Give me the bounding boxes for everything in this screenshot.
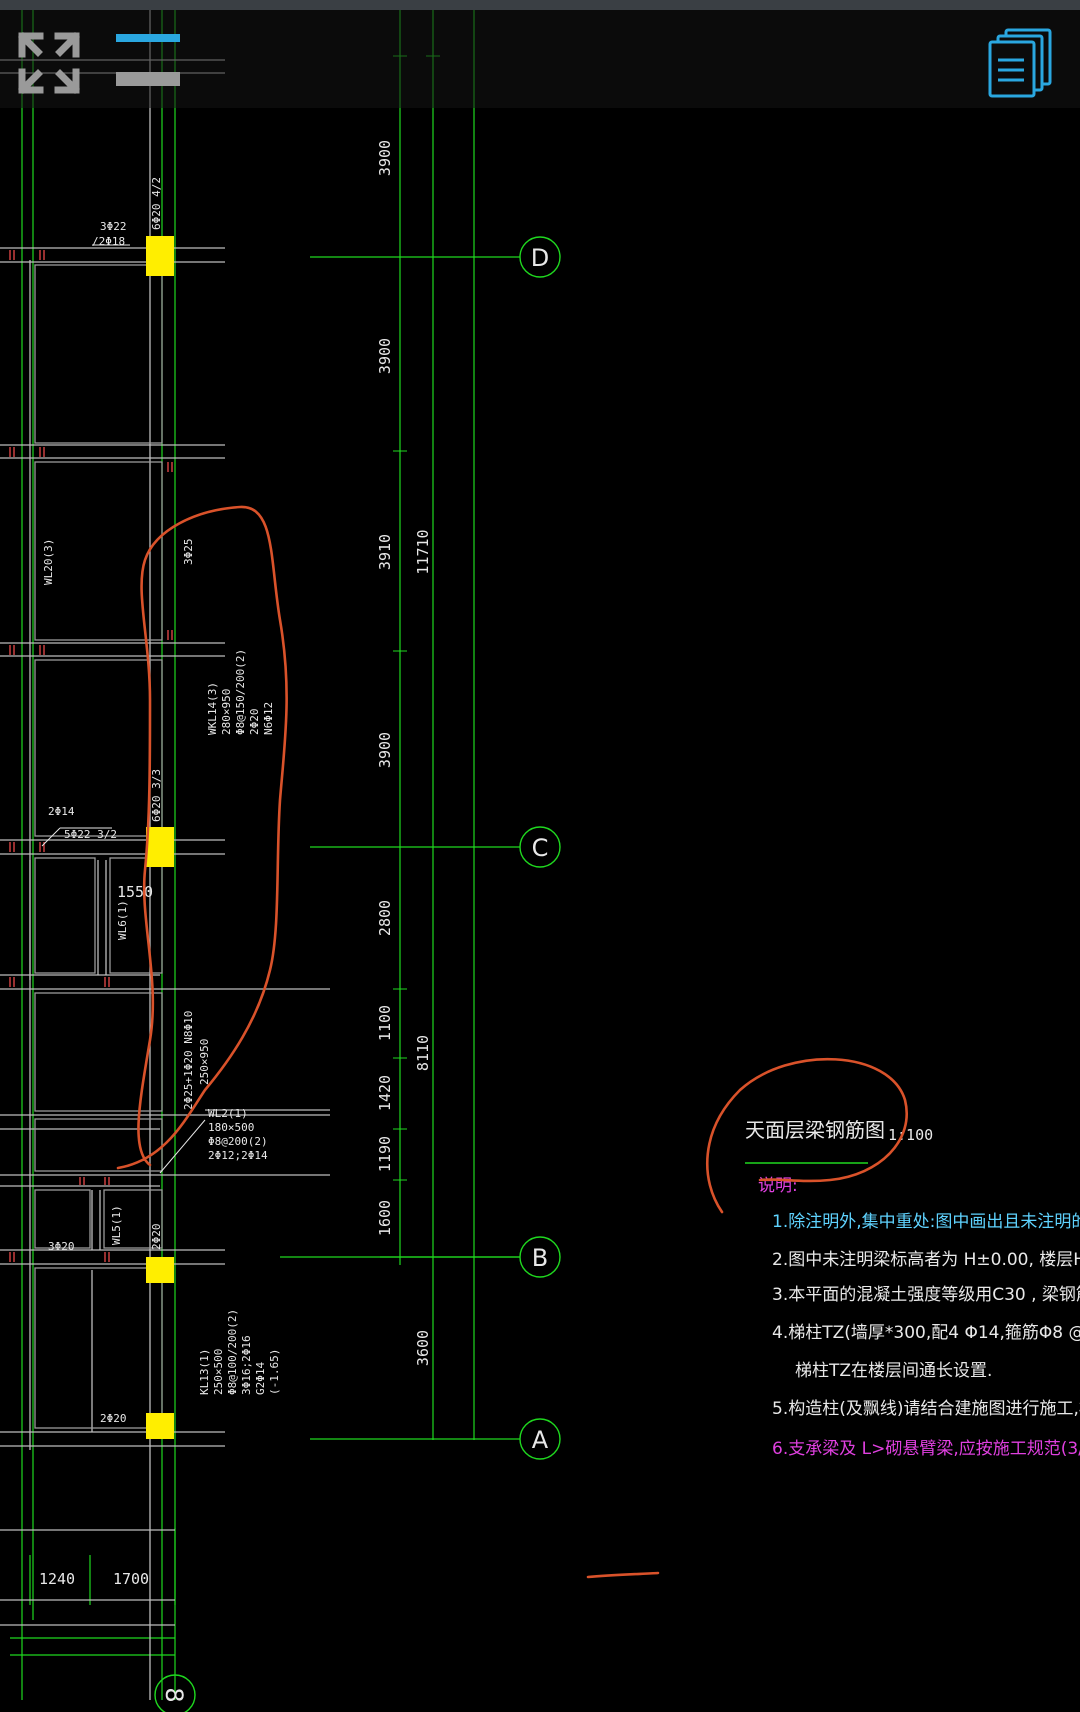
- label-m-2: 250×950: [198, 1039, 211, 1085]
- label-col-top: 6Φ20 4/2: [150, 177, 163, 230]
- dim-text-1700: 1700: [113, 1570, 149, 1588]
- status-strip: [0, 0, 1080, 10]
- dim-text-8110: 8110: [414, 1035, 432, 1071]
- label-wl5: WL5(1): [110, 1205, 123, 1245]
- label-3-25: 3Φ25: [182, 539, 195, 566]
- dim-text-3600: 3600: [414, 1330, 432, 1366]
- label-wl2-3: Φ8@200(2): [208, 1135, 268, 1148]
- label-kl13-3: Φ8@100/200(2): [226, 1309, 239, 1395]
- axis-label-d: D: [531, 244, 549, 272]
- label-kl13-1: KL13(1): [198, 1349, 211, 1395]
- column-a: [146, 1413, 174, 1439]
- note-3: 3.本平面的混凝土强度等级用C30 , 梁钢筋级别为: [772, 1285, 1080, 1305]
- label-beam-top-a: 3Φ22: [100, 220, 127, 233]
- label-a-2-20: 2Φ20: [100, 1412, 127, 1425]
- dim-text-3: 3910: [376, 534, 394, 570]
- layers-toggle-button[interactable]: [110, 30, 184, 90]
- dim-text-4: 3900: [376, 732, 394, 768]
- axis-label-8: 8: [160, 1687, 188, 1702]
- note-6: 6.支承梁及 L>砌悬臂梁,应按施工规范(3/10: [772, 1439, 1080, 1459]
- cad-drawing-canvas[interactable]: D C B A 8 3900 3900 3910 3900 2800 1100 …: [0, 0, 1080, 1712]
- dim-text-1240: 1240: [39, 1570, 75, 1588]
- label-wl6: WL6(1): [116, 900, 129, 940]
- dim-text-7: 1420: [376, 1075, 394, 1111]
- dim-text-2: 3900: [376, 338, 394, 374]
- note-1: 1.除注明外,集中重处:图中画出且未注明的吊筋为2φ: [772, 1212, 1080, 1232]
- dim-text-1550: 1550: [117, 883, 153, 901]
- label-wl2-1: WL2(1): [208, 1107, 248, 1120]
- fullscreen-button[interactable]: [14, 28, 84, 98]
- dim-text-6: 1100: [376, 1005, 394, 1041]
- drawing-scale: 1:100: [888, 1126, 933, 1144]
- note-5: 5.构造柱(及飘线)请结合建施图进行施工,楼梯则结: [772, 1399, 1080, 1419]
- label-wl20: WL20(3): [42, 539, 55, 585]
- label-b-3-20: 3Φ20: [48, 1240, 75, 1253]
- label-wkl14-3: Φ8@150/200(2): [234, 649, 247, 735]
- label-b-2-20: 2Φ20: [150, 1224, 163, 1251]
- drawing-title: 天面层梁钢筋图: [745, 1118, 885, 1142]
- column-b: [146, 1257, 174, 1283]
- axis-label-a: A: [532, 1426, 549, 1454]
- label-kl13-4: 3Φ16;2Φ16: [240, 1335, 253, 1395]
- column-d: [146, 236, 174, 276]
- dim-text-9: 1600: [376, 1200, 394, 1236]
- layers-toggle-icon: [116, 34, 180, 86]
- label-wkl14-1: WKL14(3): [206, 682, 219, 735]
- note-4: 4.梯柱TZ(墙厚*300,配4 Φ14,箍筋Φ8 @100: [772, 1323, 1080, 1343]
- dim-text-5: 2800: [376, 900, 394, 936]
- dim-text-1: 3900: [376, 140, 394, 176]
- dim-text-11710: 11710: [414, 529, 432, 574]
- document-list-button[interactable]: [984, 26, 1056, 98]
- label-kl13-5: G2Φ14: [254, 1362, 267, 1395]
- label-c-col: 6Φ20 3/3: [150, 769, 163, 822]
- label-wkl14-4: 2Φ20: [248, 709, 261, 736]
- label-wl2-4: 2Φ12;2Φ14: [208, 1149, 268, 1162]
- label-kl13-2: 250×500: [212, 1349, 225, 1395]
- label-m-1: 2Φ25+1Φ20 N8Φ10: [182, 1011, 195, 1110]
- note-2: 2.图中未注明梁标高者为 H±0.00, 楼层H为:: [772, 1250, 1080, 1270]
- expand-arrows-icon: [18, 32, 80, 94]
- label-wl2-2: 180×500: [208, 1121, 254, 1134]
- column-c: [146, 827, 174, 867]
- note-4b: 梯柱TZ在楼层间通长设置.: [795, 1361, 992, 1381]
- label-wkl14-5: N6Φ12: [262, 702, 275, 735]
- axis-label-c: C: [532, 834, 549, 862]
- label-c-2-14: 2Φ14: [48, 805, 75, 818]
- label-wkl14-2: 280×950: [220, 689, 233, 735]
- label-c-5-22: 5Φ22 3/2: [64, 828, 117, 841]
- axis-label-b: B: [532, 1244, 548, 1272]
- label-kl13-6: (-1.65): [268, 1349, 281, 1395]
- label-beam-top-b: /2Φ18: [92, 235, 125, 248]
- dim-text-8: 1190: [376, 1136, 394, 1172]
- document-list-icon: [988, 28, 1052, 98]
